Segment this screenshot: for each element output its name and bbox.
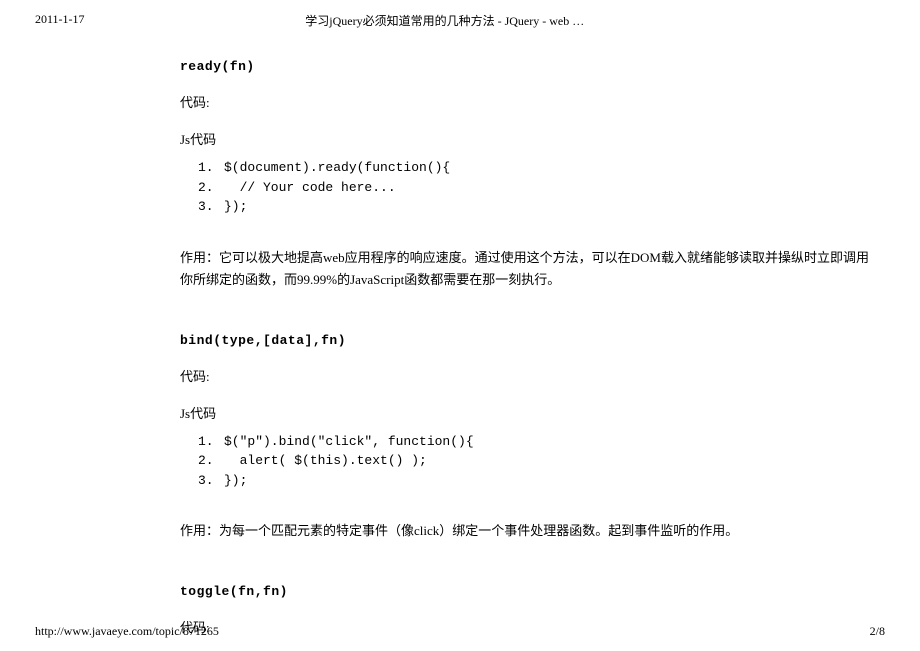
line-number: 3. [198, 471, 224, 491]
code-line: 1.$("p").bind("click", function(){ [198, 432, 880, 452]
code-label: 代码: [180, 92, 880, 111]
code-block: 1.$(document).ready(function(){ 2. // Yo… [180, 158, 880, 217]
code-block: 1.$("p").bind("click", function(){ 2. al… [180, 432, 880, 491]
code-line: 2. // Your code here... [198, 178, 880, 198]
code-text: // Your code here... [224, 178, 396, 198]
page-header: 2011-1-17 学习jQuery必须知道常用的几种方法 - JQuery -… [0, 0, 920, 29]
header-title: 学习jQuery必须知道常用的几种方法 - JQuery - web … [5, 12, 885, 29]
method-description: 作用：为每一个匹配元素的特定事件（像click）绑定一个事件处理器函数。起到事件… [180, 520, 880, 542]
line-number: 3. [198, 197, 224, 217]
code-line: 2. alert( $(this).text() ); [198, 451, 880, 471]
section-ready: ready(fn) 代码: Js代码 1.$(document).ready(f… [180, 59, 880, 291]
code-text: }); [224, 197, 247, 217]
code-line: 1.$(document).ready(function(){ [198, 158, 880, 178]
code-text: $("p").bind("click", function(){ [224, 432, 474, 452]
code-text: }); [224, 471, 247, 491]
js-code-label: Js代码 [180, 129, 880, 148]
line-number: 2. [198, 451, 224, 471]
code-label: 代码: [180, 366, 880, 385]
line-number: 1. [198, 432, 224, 452]
code-text: alert( $(this).text() ); [224, 451, 427, 471]
code-line: 3.}); [198, 471, 880, 491]
line-number: 2. [198, 178, 224, 198]
code-line: 3.}); [198, 197, 880, 217]
method-heading: bind(type,[data],fn) [180, 333, 880, 348]
method-heading: ready(fn) [180, 59, 880, 74]
code-text: $(document).ready(function(){ [224, 158, 450, 178]
line-number: 1. [198, 158, 224, 178]
footer-url: http://www.javaeye.com/topic/871265 [35, 624, 219, 639]
method-heading: toggle(fn,fn) [180, 584, 880, 599]
page-footer: http://www.javaeye.com/topic/871265 2/8 [35, 624, 885, 639]
js-code-label: Js代码 [180, 403, 880, 422]
footer-page-number: 2/8 [870, 624, 885, 639]
method-description: 作用：它可以极大地提高web应用程序的响应速度。通过使用这个方法，可以在DOM载… [180, 247, 880, 291]
document-content: ready(fn) 代码: Js代码 1.$(document).ready(f… [0, 29, 920, 636]
section-bind: bind(type,[data],fn) 代码: Js代码 1.$("p").b… [180, 333, 880, 543]
